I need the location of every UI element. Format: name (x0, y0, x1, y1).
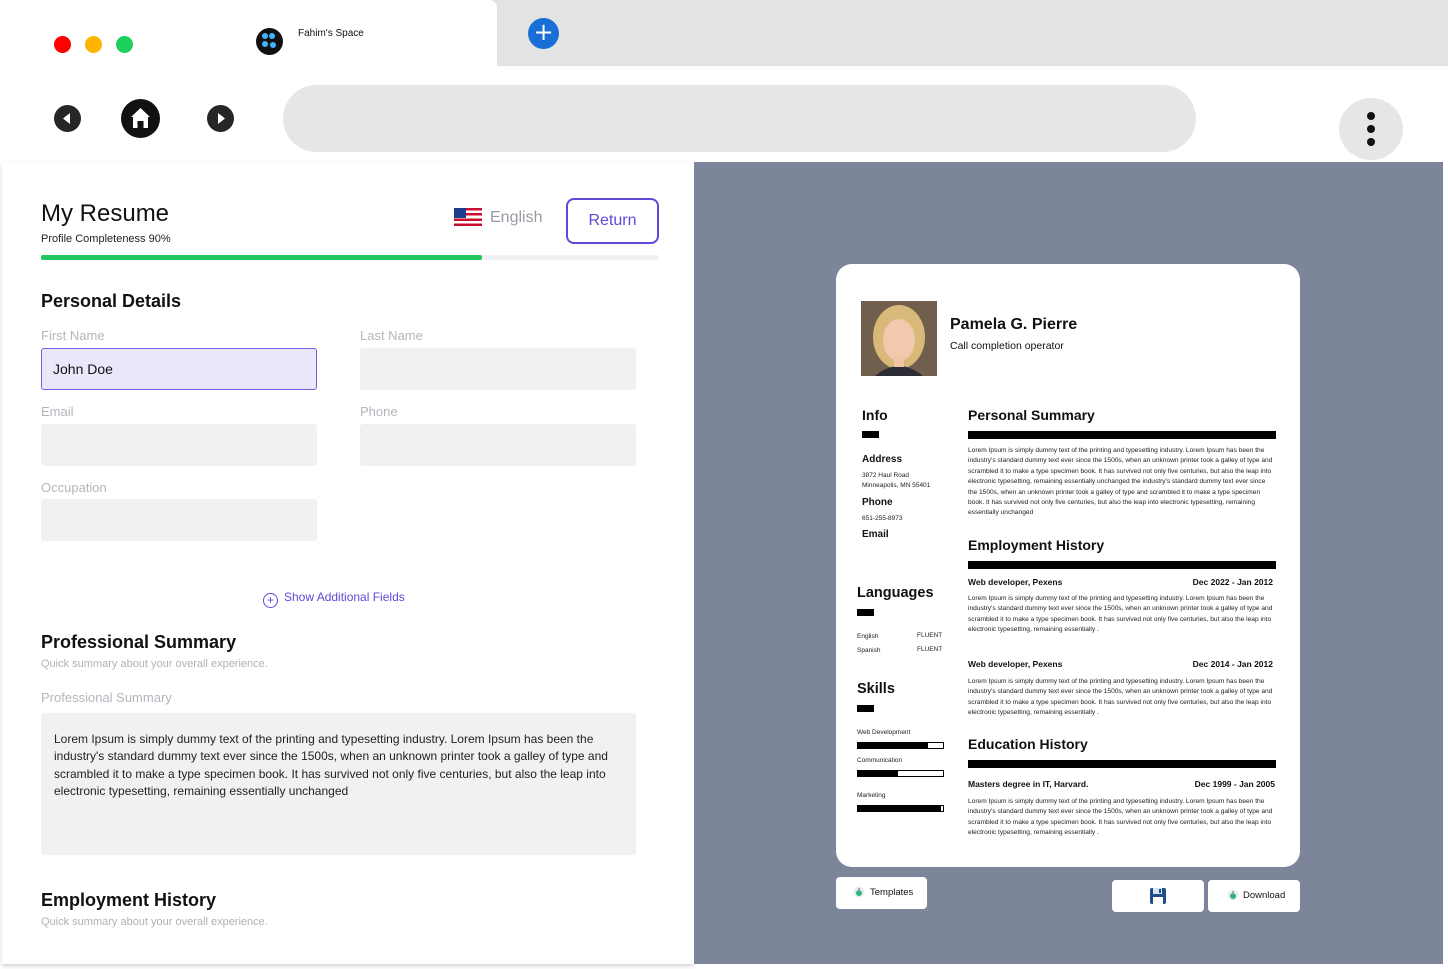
plus-circle-icon: + (263, 593, 278, 608)
language-name: English (857, 633, 879, 640)
app-window: Fahim's Space + My Resume Profile Comple… (0, 0, 1448, 969)
kebab-menu-icon (1367, 112, 1375, 120)
professional-summary-subtitle: Quick summary about your overall experie… (41, 658, 268, 670)
skill-level-bar (857, 742, 944, 749)
download-icon (1227, 889, 1239, 901)
personal-summary-rule (968, 431, 1276, 439)
forward-button[interactable] (207, 105, 234, 132)
first-name-label: First Name (41, 328, 105, 343)
close-window-button[interactable] (54, 36, 71, 53)
profile-photo-image (861, 301, 937, 376)
phone-label: Phone (360, 404, 398, 419)
skill-name: Web Development (857, 729, 911, 736)
return-button[interactable]: Return (566, 198, 659, 244)
skill-level-fill (858, 806, 942, 811)
email-field[interactable] (41, 424, 317, 466)
language-name: Spanish (857, 647, 881, 654)
templates-button[interactable]: Templates (836, 877, 927, 909)
skill-level-fill (858, 743, 928, 748)
page-title: My Resume (41, 200, 170, 227)
employment-history-heading: Employment History (41, 890, 217, 910)
job-description: Lorem Ipsum is simply dummy text of the … (968, 595, 1273, 634)
us-flag-icon[interactable] (454, 208, 482, 226)
active-tab[interactable]: Fahim's Space (0, 0, 497, 70)
phone-field[interactable] (360, 424, 636, 466)
email-label: Email (41, 404, 74, 419)
info-underline (862, 431, 879, 438)
browser-menu-button[interactable] (1339, 98, 1403, 160)
last-name-field[interactable] (360, 348, 636, 390)
floppy-disk-icon (1150, 888, 1166, 904)
maximize-window-button[interactable] (116, 36, 133, 53)
forward-arrow-icon (218, 113, 225, 124)
phone-label-preview: Phone (862, 497, 893, 508)
skill-level-fill (858, 771, 898, 776)
language-level: FLUENT (917, 632, 943, 639)
show-additional-fields-label: Show Additional Fields (284, 590, 405, 604)
show-additional-fields-link[interactable]: + Show Additional Fields (263, 590, 405, 608)
skill-name: Communication (857, 757, 903, 764)
resume-name: Pamela G. Pierre (950, 316, 1078, 333)
resume-info-heading: Info (862, 407, 888, 423)
back-arrow-icon (63, 113, 70, 124)
employment-history-preview-heading: Employment History (968, 537, 1105, 553)
home-icon (131, 108, 150, 128)
language-level: FLUENT (917, 646, 943, 653)
save-button[interactable] (1112, 880, 1204, 912)
education-history-rule (968, 760, 1276, 768)
tab-title: Fahim's Space (298, 28, 364, 39)
job-description: Lorem Ipsum is simply dummy text of the … (968, 678, 1273, 717)
personal-summary-text: Lorem Ipsum is simply dummy text of the … (968, 447, 1273, 517)
download-label: Download (1243, 890, 1286, 901)
job-title: Web developer, Pexens (968, 577, 1063, 587)
new-tab-button[interactable]: + (528, 18, 559, 49)
professional-summary-heading: Professional Summary (41, 632, 237, 652)
profile-completeness-label: Profile Completeness 90% (41, 233, 171, 245)
completeness-progress-fill (41, 255, 482, 260)
education-title: Masters degree in IT, Harvard. (968, 779, 1089, 789)
skills-underline (857, 705, 874, 712)
profile-photo (861, 301, 937, 376)
education-dates: Dec 1999 - Jan 2005 (1194, 779, 1275, 789)
address-line-2: Minneapolis, MN 55401 (862, 482, 931, 489)
home-button[interactable] (121, 99, 160, 138)
minimize-window-button[interactable] (85, 36, 102, 53)
employment-history-subtitle: Quick summary about your overall experie… (41, 916, 268, 928)
professional-summary-label: Professional Summary (41, 690, 172, 705)
personal-summary-heading: Personal Summary (968, 407, 1095, 423)
tab-favicon-icon (256, 28, 283, 55)
resume-job-title: Call completion operator (950, 340, 1064, 352)
personal-details-heading: Personal Details (41, 291, 182, 311)
job-title: Web developer, Pexens (968, 659, 1063, 669)
first-name-field[interactable]: John Doe (41, 348, 317, 390)
skill-level-bar (857, 770, 944, 777)
professional-summary-textarea[interactable]: Lorem Ipsum is simply dummy text of the … (41, 713, 636, 855)
skill-level-bar (857, 805, 944, 812)
templates-icon (853, 886, 865, 898)
employment-history-rule (968, 561, 1276, 569)
address-line-1: 3872 Haul Road (862, 472, 909, 479)
education-history-heading: Education History (968, 736, 1088, 752)
back-button[interactable] (54, 105, 81, 132)
skill-name: Marketing (857, 792, 886, 799)
occupation-field[interactable] (41, 499, 317, 541)
templates-label: Templates (870, 887, 914, 898)
job-dates: Dec 2022 - Jan 2012 (1192, 577, 1273, 587)
last-name-label: Last Name (360, 328, 423, 343)
email-label-preview: Email (862, 529, 889, 540)
languages-underline (857, 609, 874, 616)
completeness-progress-bar (41, 255, 659, 260)
occupation-label: Occupation (41, 480, 107, 495)
language-selector[interactable]: English (490, 209, 542, 227)
education-description: Lorem Ipsum is simply dummy text of the … (968, 798, 1273, 837)
address-bar[interactable] (283, 85, 1196, 152)
address-label: Address (862, 454, 903, 465)
languages-heading: Languages (857, 585, 934, 601)
download-button[interactable]: Download (1208, 880, 1300, 912)
job-dates: Dec 2014 - Jan 2012 (1192, 659, 1273, 669)
phone-value-preview: 651-255-8973 (862, 515, 903, 522)
skills-heading: Skills (857, 681, 895, 697)
